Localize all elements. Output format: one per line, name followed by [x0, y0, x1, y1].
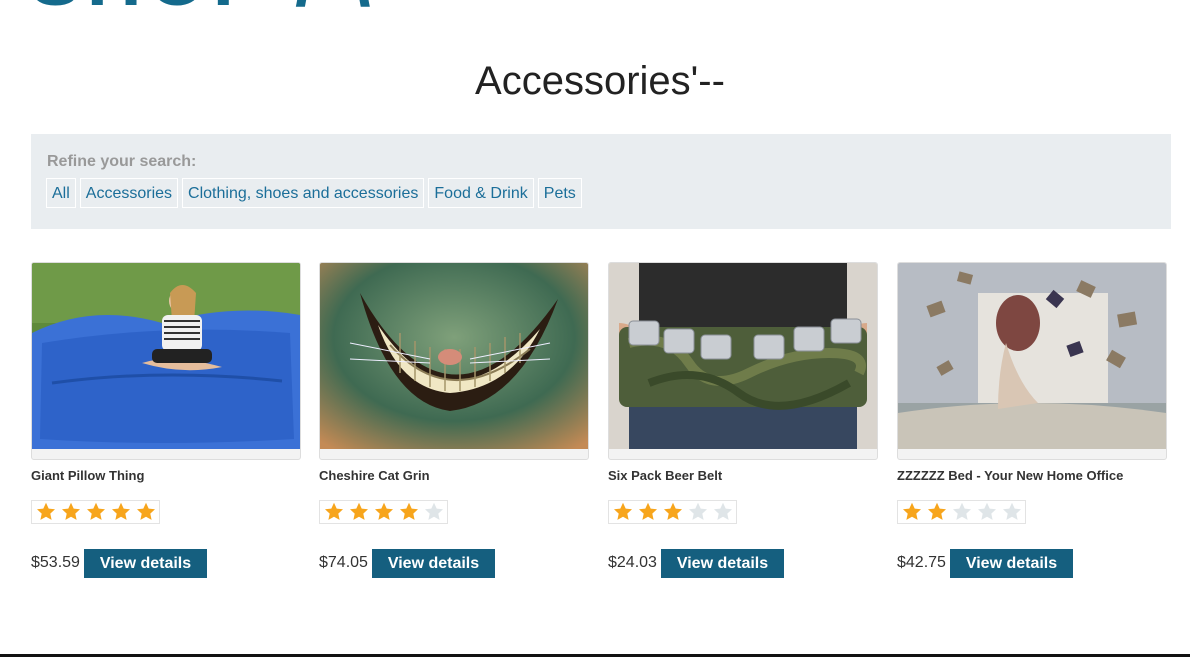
filter-pets[interactable]: Pets	[537, 178, 582, 208]
product-image[interactable]	[31, 262, 301, 460]
product-name: Giant Pillow Thing	[31, 468, 145, 483]
product-card: ZZZZZZ Bed - Your New Home Office $42.75…	[897, 262, 1167, 578]
product-card: Giant Pillow Thing $53.59 View details	[31, 262, 301, 578]
star-rating	[897, 500, 1026, 524]
star-filled-icon	[321, 501, 346, 523]
star-filled-icon	[346, 501, 371, 523]
page-title: Accessories'--	[475, 59, 725, 103]
star-empty-icon	[999, 501, 1024, 523]
giant-pillow-image	[32, 263, 300, 449]
star-filled-icon	[610, 501, 635, 523]
product-price: $74.05	[319, 554, 368, 571]
filter-panel: Refine your search: All Accessories Clot…	[31, 134, 1171, 229]
view-details-button[interactable]: View details	[661, 549, 784, 578]
product-price: $53.59	[31, 554, 80, 571]
product-price: $24.03	[608, 554, 657, 571]
page: SHOP / \ Accessories'-- Refine your sear…	[0, 0, 1190, 657]
star-rating	[608, 500, 737, 524]
product-name: ZZZZZZ Bed - Your New Home Office	[897, 468, 1124, 483]
star-rating	[31, 500, 160, 524]
product-image[interactable]	[897, 262, 1167, 460]
star-filled-icon	[108, 501, 133, 523]
filter-all[interactable]: All	[46, 178, 76, 208]
product-name: Six Pack Beer Belt	[608, 468, 723, 483]
product-name: Cheshire Cat Grin	[319, 468, 430, 483]
filter-list: All Accessories Clothing, shoes and acce…	[46, 178, 582, 208]
star-rating	[319, 500, 448, 524]
star-filled-icon	[899, 501, 924, 523]
product-card: Six Pack Beer Belt $24.03 View details	[608, 262, 878, 578]
star-filled-icon	[58, 501, 83, 523]
star-filled-icon	[33, 501, 58, 523]
filter-food-drink[interactable]: Food & Drink	[428, 178, 534, 208]
product-card: Cheshire Cat Grin $74.05 View details	[319, 262, 589, 578]
filter-clothing-shoes-accessories[interactable]: Clothing, shoes and accessories	[182, 178, 425, 208]
product-image[interactable]	[319, 262, 589, 460]
cheshire-grin-image	[320, 263, 588, 449]
filter-accessories[interactable]: Accessories	[79, 178, 179, 208]
star-filled-icon	[396, 501, 421, 523]
star-filled-icon	[635, 501, 660, 523]
filter-label: Refine your search:	[47, 153, 197, 170]
star-filled-icon	[133, 501, 158, 523]
product-image[interactable]	[608, 262, 878, 460]
star-empty-icon	[949, 501, 974, 523]
star-empty-icon	[710, 501, 735, 523]
star-filled-icon	[924, 501, 949, 523]
view-details-button[interactable]: View details	[84, 549, 207, 578]
beer-belt-image	[609, 263, 877, 449]
star-empty-icon	[685, 501, 710, 523]
star-filled-icon	[660, 501, 685, 523]
bed-office-image	[898, 263, 1166, 449]
star-empty-icon	[421, 501, 446, 523]
star-empty-icon	[974, 501, 999, 523]
star-filled-icon	[83, 501, 108, 523]
product-price: $42.75	[897, 554, 946, 571]
view-details-button[interactable]: View details	[372, 549, 495, 578]
star-filled-icon	[371, 501, 396, 523]
site-logo[interactable]: SHOP / \	[30, 0, 376, 18]
view-details-button[interactable]: View details	[950, 549, 1073, 578]
